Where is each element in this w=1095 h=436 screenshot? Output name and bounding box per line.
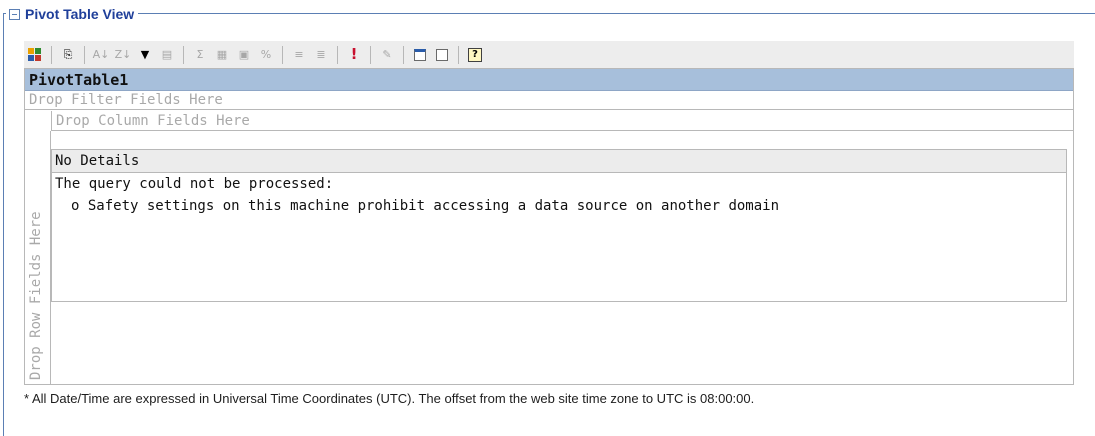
calculated-totals-icon[interactable]: ▣: [235, 46, 253, 64]
pivot-table-name[interactable]: PivotTable1: [25, 69, 1073, 91]
help-icon[interactable]: ?: [466, 46, 484, 64]
collapse-icon[interactable]: ≡: [290, 46, 308, 64]
pivot-table: PivotTable1 Drop Filter Fields Here Drop…: [24, 68, 1074, 385]
details-header: No Details: [52, 150, 1066, 173]
details-area: No Details The query could not be proces…: [51, 149, 1067, 302]
drop-column-zone[interactable]: Drop Column Fields Here: [51, 111, 1073, 131]
subtotal-icon[interactable]: ▦: [213, 46, 231, 64]
show-top-bottom-icon[interactable]: ▤: [158, 46, 176, 64]
drop-filter-zone[interactable]: Drop Filter Fields Here: [25, 91, 1073, 110]
section-legend[interactable]: Pivot Table View: [6, 4, 139, 24]
drop-row-label: Drop Row Fields Here: [28, 211, 44, 380]
utc-footnote: * All Date/Time are expressed in Univers…: [24, 391, 755, 406]
toolbar-separator: [337, 45, 338, 64]
collapse-toggle-icon[interactable]: [9, 8, 20, 20]
chart-icon[interactable]: [411, 46, 429, 64]
section-title: Pivot Table View: [25, 6, 135, 22]
section-frame-left: [3, 13, 4, 436]
error-message: The query could not be processed:: [55, 176, 334, 192]
drop-row-zone[interactable]: Drop Row Fields Here: [25, 131, 51, 384]
toolbar-separator: [370, 45, 371, 64]
commands-icon[interactable]: [433, 46, 451, 64]
sort-descending-icon[interactable]: Z↓: [114, 46, 132, 64]
error-reason: o Safety settings on this machine prohib…: [71, 198, 780, 214]
refresh-icon[interactable]: !: [345, 46, 363, 64]
autofilter-icon[interactable]: ▼: [136, 46, 154, 64]
pivot-toolbar: ⎘ A↓ Z↓ ▼ ▤ Σ ▦ ▣ % ≡ ≣ ! ✎ ?: [24, 41, 1074, 68]
toolbar-separator: [84, 45, 85, 64]
section-frame-top: [3, 13, 1095, 14]
show-as-icon[interactable]: %: [257, 46, 275, 64]
copy-icon[interactable]: ⎘: [59, 46, 77, 64]
expand-icon[interactable]: ≣: [312, 46, 330, 64]
toolbar-separator: [403, 45, 404, 64]
toolbar-separator: [458, 45, 459, 64]
toolbar-separator: [282, 45, 283, 64]
export-icon[interactable]: ✎: [378, 46, 396, 64]
toolbar-separator: [51, 45, 52, 64]
sort-ascending-icon[interactable]: A↓: [92, 46, 110, 64]
autocalc-icon[interactable]: Σ: [191, 46, 209, 64]
toolbar-separator: [183, 45, 184, 64]
field-list-icon[interactable]: [26, 46, 44, 64]
